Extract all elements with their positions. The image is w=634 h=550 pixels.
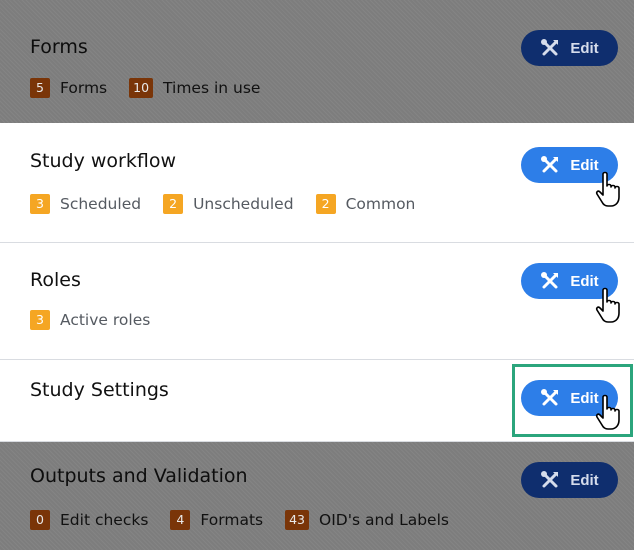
section-study-settings: Study Settings Edit xyxy=(0,360,634,442)
section-counts: 3 Active roles xyxy=(30,309,172,331)
count-badge: 10 xyxy=(129,78,154,98)
edit-outputs-validation-button[interactable]: Edit xyxy=(521,462,618,498)
count-badge: 3 xyxy=(30,310,50,330)
section-forms: Forms 5 Forms 10 Times in use Edit xyxy=(0,0,634,123)
count-label: Active roles xyxy=(60,311,151,329)
tools-icon xyxy=(541,39,559,56)
tools-icon xyxy=(541,471,559,488)
count-label: Formats xyxy=(200,511,264,529)
edit-label: Edit xyxy=(570,39,599,57)
count-label: Scheduled xyxy=(60,195,142,213)
tools-icon xyxy=(541,389,559,406)
section-roles: Roles 3 Active roles Edit xyxy=(0,243,634,360)
count-label: Times in use xyxy=(163,79,261,97)
section-title: Roles xyxy=(30,269,81,291)
count-label: OID's and Labels xyxy=(319,511,449,529)
hand-pointer-icon xyxy=(595,171,620,207)
count-badge: 43 xyxy=(285,510,310,530)
count-badge: 2 xyxy=(163,194,184,214)
count-label: Unscheduled xyxy=(193,195,294,213)
section-counts: 3 Scheduled 2 Unscheduled 2 Common xyxy=(30,193,437,215)
count-badge: 2 xyxy=(315,194,336,214)
tools-icon xyxy=(541,156,559,173)
section-title: Outputs and Validation xyxy=(30,465,248,487)
tools-icon xyxy=(541,272,559,289)
edit-forms-button[interactable]: Edit xyxy=(521,30,618,66)
section-title: Forms xyxy=(30,36,88,58)
count-badge: 0 xyxy=(30,510,50,530)
count-label: Common xyxy=(345,195,416,213)
count-label: Forms xyxy=(60,79,108,97)
edit-label: Edit xyxy=(570,471,599,489)
section-counts: 0 Edit checks 4 Formats 43 OID's and Lab… xyxy=(30,509,471,531)
hand-pointer-icon xyxy=(595,394,620,430)
section-outputs-validation: Outputs and Validation 0 Edit checks 4 F… xyxy=(0,442,634,550)
count-label: Edit checks xyxy=(60,511,149,529)
section-study-workflow: Study workflow 3 Scheduled 2 Unscheduled… xyxy=(0,123,634,243)
section-title: Study workflow xyxy=(30,150,177,172)
count-badge: 4 xyxy=(170,510,191,530)
section-counts: 5 Forms 10 Times in use xyxy=(30,77,282,99)
count-badge: 3 xyxy=(30,194,50,214)
hand-pointer-icon xyxy=(595,287,620,323)
count-badge: 5 xyxy=(30,78,50,98)
section-title: Study Settings xyxy=(30,379,169,401)
